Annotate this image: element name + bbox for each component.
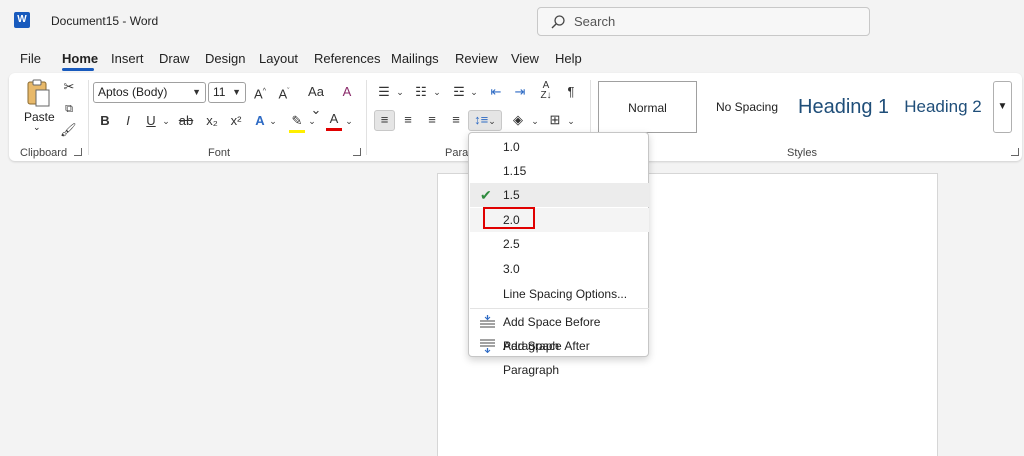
- borders-dropdown-icon[interactable]: ⌄: [566, 112, 576, 130]
- menu-divider: [470, 308, 649, 309]
- subscript-button[interactable]: x₂: [204, 112, 220, 130]
- style-no-spacing[interactable]: No Spacing: [702, 81, 792, 133]
- styles-group-label: Styles: [787, 147, 817, 159]
- increase-indent-icon[interactable]: ⇥: [511, 83, 529, 101]
- checkmark-icon: ✔: [480, 187, 492, 203]
- chevron-down-icon: ▼: [232, 87, 241, 97]
- sort-icon[interactable]: A Z↓: [537, 81, 555, 101]
- font-name-combo[interactable]: Aptos (Body) ▼: [93, 82, 206, 103]
- line-spacing-option-3-0[interactable]: 3.0: [470, 257, 649, 281]
- group-divider: [88, 80, 89, 155]
- shading-dropdown-icon[interactable]: ⌄: [530, 112, 540, 130]
- align-center-icon[interactable]: ≡: [398, 111, 418, 129]
- multilevel-list-icon[interactable]: ☲: [450, 83, 468, 101]
- tab-view[interactable]: View: [511, 51, 539, 66]
- document-title: Document15 - Word: [51, 14, 159, 28]
- option-label: Line Spacing Options...: [503, 287, 628, 301]
- highlight-color-icon[interactable]: ✎: [289, 112, 305, 133]
- show-formatting-icon[interactable]: ¶: [563, 83, 579, 101]
- bold-button[interactable]: B: [99, 112, 111, 130]
- line-spacing-option-1-0[interactable]: 1.0: [470, 135, 649, 159]
- red-highlight-annotation: [483, 207, 535, 229]
- format-painter-icon[interactable]: 🖌: [60, 121, 77, 139]
- line-spacing-option-2-5[interactable]: 2.5: [470, 232, 649, 256]
- cut-icon[interactable]: ✂: [62, 78, 76, 96]
- font-launcher-icon[interactable]: [353, 148, 361, 156]
- numbering-icon[interactable]: ☷: [412, 83, 430, 101]
- underline-button[interactable]: U: [145, 112, 157, 130]
- style-heading-1[interactable]: Heading 1: [798, 81, 888, 133]
- group-divider: [366, 80, 367, 155]
- font-size-combo[interactable]: 11 ▼: [208, 82, 246, 103]
- text-effects-dropdown-icon[interactable]: ⌄: [268, 112, 278, 130]
- tab-review[interactable]: Review: [455, 51, 498, 66]
- word-app-icon: W: [14, 12, 30, 28]
- bullets-icon[interactable]: ☰: [375, 83, 393, 101]
- superscript-button[interactable]: x²: [228, 112, 244, 130]
- decrease-indent-icon[interactable]: ⇤: [487, 83, 505, 101]
- borders-icon[interactable]: ⊞: [546, 111, 564, 129]
- align-left-icon[interactable]: ≡: [374, 110, 395, 131]
- option-label: 1.5: [503, 188, 520, 202]
- font-color-icon[interactable]: A: [326, 110, 342, 131]
- option-label: 1.15: [503, 164, 527, 178]
- tab-layout[interactable]: Layout: [259, 51, 298, 66]
- font-color-dropdown-icon[interactable]: ⌄: [344, 112, 354, 130]
- space-after-icon: [480, 339, 495, 353]
- space-before-icon: [480, 315, 495, 328]
- paste-dropdown-chevron-icon[interactable]: ⌄: [33, 122, 41, 133]
- tab-design[interactable]: Design: [205, 51, 245, 66]
- search-input[interactable]: Search: [537, 7, 870, 36]
- line-spacing-menu: 1.0 1.15 ✔ 1.5 2.0 2.5 3.0 Line Spacing O…: [468, 132, 649, 377]
- font-group-label: Font: [208, 147, 231, 159]
- tab-file[interactable]: File: [20, 51, 41, 66]
- line-spacing-button[interactable]: ↕≡⌄: [468, 110, 502, 131]
- clipboard-launcher-icon[interactable]: [74, 148, 82, 156]
- style-normal[interactable]: Normal: [598, 81, 697, 133]
- tab-home[interactable]: Home: [62, 51, 98, 66]
- underline-dropdown-icon[interactable]: ⌄: [161, 112, 171, 130]
- numbering-dropdown-icon[interactable]: ⌄: [432, 83, 442, 101]
- justify-icon[interactable]: ≡: [446, 111, 466, 129]
- tab-help[interactable]: Help: [555, 51, 582, 66]
- tab-insert[interactable]: Insert: [111, 51, 144, 66]
- highlight-dropdown-icon[interactable]: ⌄: [307, 112, 317, 130]
- italic-button[interactable]: I: [122, 112, 134, 130]
- copy-icon[interactable]: ⧉: [62, 100, 76, 118]
- line-spacing-option-1-15[interactable]: 1.15: [470, 159, 649, 183]
- grow-font-icon[interactable]: A^: [252, 83, 268, 103]
- shrink-font-icon[interactable]: Aˇ: [276, 83, 292, 103]
- style-heading-2[interactable]: Heading 2: [900, 81, 986, 133]
- styles-more-chevron-icon[interactable]: ▼: [993, 81, 1012, 133]
- add-space-before-item[interactable]: Add Space Before Paragraph: [470, 310, 649, 353]
- chevron-down-icon: ▼: [192, 87, 201, 97]
- add-space-after-item[interactable]: Add Space After Paragraph: [470, 334, 649, 377]
- font-name-value: Aptos (Body): [98, 85, 168, 99]
- tab-mailings[interactable]: Mailings: [391, 51, 439, 66]
- clear-formatting-icon[interactable]: A: [339, 83, 355, 101]
- option-label: 2.5: [503, 237, 520, 251]
- option-label: 3.0: [503, 262, 520, 276]
- multilevel-dropdown-icon[interactable]: ⌄: [469, 83, 479, 101]
- text-effects-icon[interactable]: A: [252, 112, 268, 130]
- shading-icon[interactable]: ◈: [509, 111, 527, 129]
- clipboard-group-label: Clipboard: [20, 147, 68, 159]
- bullets-dropdown-icon[interactable]: ⌄: [395, 83, 405, 101]
- paste-button[interactable]: [22, 78, 54, 110]
- font-size-value: 11: [213, 85, 226, 99]
- tab-references[interactable]: References: [314, 51, 380, 66]
- option-label: 1.0: [503, 140, 520, 154]
- strikethrough-button[interactable]: ab: [177, 112, 195, 130]
- line-spacing-options-item[interactable]: Line Spacing Options...: [470, 282, 649, 306]
- tab-draw[interactable]: Draw: [159, 51, 189, 66]
- styles-launcher-icon[interactable]: [1011, 148, 1019, 156]
- change-case-label: Aa: [308, 84, 324, 99]
- align-right-icon[interactable]: ≡: [422, 111, 442, 129]
- active-tab-indicator: [62, 68, 94, 71]
- search-placeholder: Search: [574, 14, 616, 29]
- clipboard-icon: [27, 79, 50, 107]
- search-icon: [551, 15, 565, 29]
- line-spacing-option-1-5[interactable]: ✔ 1.5: [470, 183, 649, 207]
